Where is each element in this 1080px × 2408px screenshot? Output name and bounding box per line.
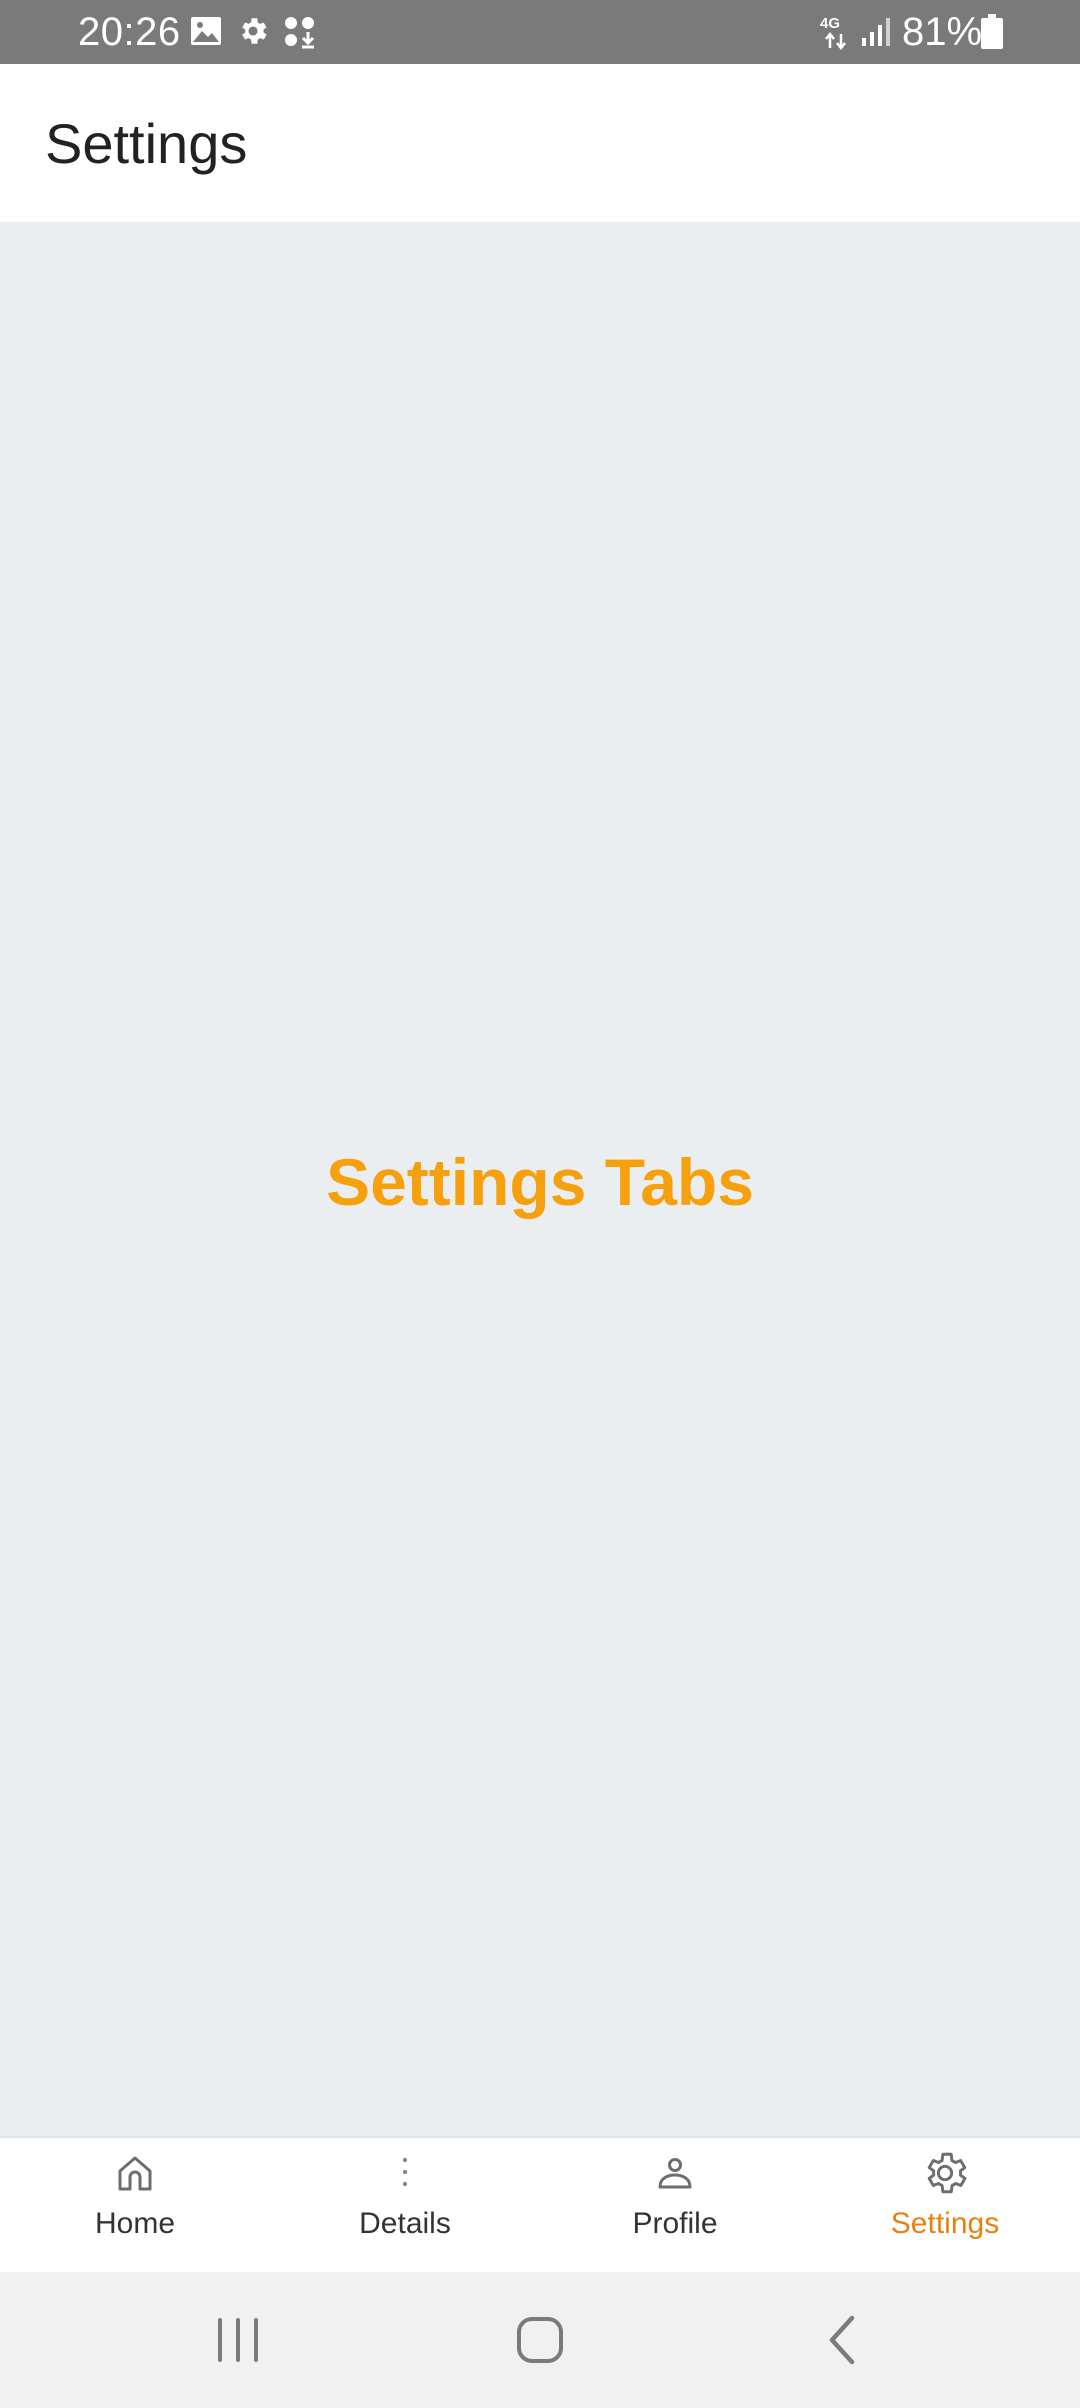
- status-time: 20:26: [78, 10, 181, 54]
- tab-settings-label: Settings: [890, 2207, 1000, 2240]
- tab-profile[interactable]: Profile: [540, 2138, 810, 2272]
- content-heading: Settings Tabs: [326, 1145, 754, 1219]
- person-icon: [658, 2158, 692, 2189]
- image-icon: [191, 17, 221, 45]
- tab-settings[interactable]: Settings: [810, 2138, 1080, 2272]
- screen: 20:26 4G 81% Settings Settings Tabs Home…: [0, 0, 1080, 2408]
- home-icon: [118, 2156, 152, 2191]
- tab-home-label: Home: [94, 2207, 176, 2240]
- status-bar: 20:26 4G 81%: [0, 0, 1080, 64]
- tab-profile-label: Profile: [632, 2207, 718, 2240]
- system-nav-bar: [0, 2272, 1080, 2408]
- page-title: Settings: [45, 112, 248, 175]
- network-arrows-icon: [825, 32, 846, 50]
- gear-icon: [242, 18, 267, 44]
- battery-icon: [981, 14, 1003, 49]
- network-4g-icon: 4G: [820, 15, 841, 32]
- signal-icon: [862, 18, 890, 46]
- tab-details[interactable]: Details: [270, 2138, 540, 2272]
- recents-icon[interactable]: [198, 2300, 278, 2380]
- home-icon[interactable]: [500, 2300, 580, 2380]
- back-icon[interactable]: [802, 2300, 882, 2380]
- gear-icon: [927, 2152, 967, 2194]
- app-bar: Settings: [0, 64, 1080, 222]
- download-icon: [285, 17, 315, 49]
- tab-details-label: Details: [359, 2207, 451, 2240]
- bottom-nav: Home Details Profile Settings: [0, 2136, 1080, 2272]
- tab-home[interactable]: Home: [0, 2138, 270, 2272]
- battery-percentage: 81%: [902, 10, 983, 54]
- more-vertical-icon: [402, 2157, 408, 2187]
- content-area: Settings Tabs: [0, 222, 1080, 2136]
